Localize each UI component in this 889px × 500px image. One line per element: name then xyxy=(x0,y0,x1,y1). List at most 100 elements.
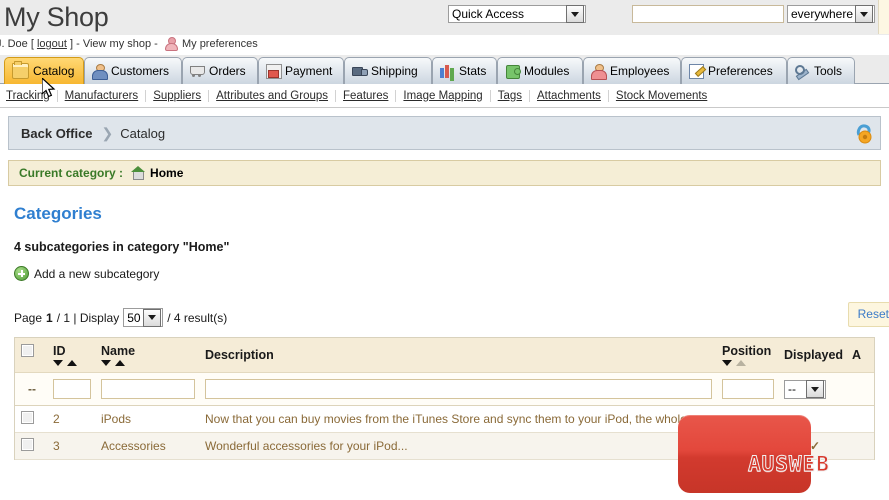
tab-payment[interactable]: Payment xyxy=(258,57,344,84)
filter-name-input[interactable] xyxy=(101,379,195,399)
user-name: J. Doe [ xyxy=(0,38,34,50)
reset-button[interactable]: Reset xyxy=(847,302,889,327)
subnav-item-tags[interactable]: Tags xyxy=(491,89,530,102)
chevron-down-icon[interactable] xyxy=(855,5,873,23)
row-actions[interactable] xyxy=(850,405,874,433)
select-all-checkbox[interactable] xyxy=(21,344,34,357)
filter-id-cell xyxy=(47,372,95,406)
sort-asc-icon[interactable] xyxy=(736,360,746,366)
logout-link[interactable]: logout xyxy=(37,38,67,50)
tab-orders[interactable]: Orders xyxy=(182,57,258,84)
chevron-down-icon[interactable] xyxy=(566,5,584,23)
th-actions: A xyxy=(850,338,874,373)
display-count-select[interactable]: 50 xyxy=(123,308,164,327)
subnav-item-manufacturers[interactable]: Manufacturers xyxy=(58,89,147,102)
subcategory-count: 4 subcategories in category "Home" xyxy=(14,240,230,254)
filter-position-cell xyxy=(716,372,778,406)
pager: Page 1 / 1 | Display 50 / 4 result(s) Re… xyxy=(14,302,889,327)
auswe b-watermark-text: AUSWEB xyxy=(748,452,830,477)
row-select-cell[interactable] xyxy=(15,432,47,460)
table-filter-row: -- -- xyxy=(15,372,874,406)
filter-id-input[interactable] xyxy=(53,379,91,399)
add-subcategory-link[interactable]: Add a new subcategory xyxy=(14,266,875,281)
tab-stats[interactable]: Stats xyxy=(432,57,497,84)
sort-desc-icon[interactable] xyxy=(53,360,63,366)
th-position-label: Position xyxy=(722,344,772,358)
tab-label: Customers xyxy=(111,64,170,78)
subnav-item-stock-movements[interactable]: Stock Movements xyxy=(609,90,714,102)
tab-catalog[interactable]: Catalog xyxy=(4,57,84,84)
filter-position-input[interactable] xyxy=(722,379,774,399)
wrench-icon xyxy=(795,64,810,78)
tab-preferences[interactable]: Preferences xyxy=(681,57,787,84)
display-count-value: 50 xyxy=(127,310,141,325)
pager-current-page: 1 xyxy=(46,310,53,325)
tab-label: Tools xyxy=(814,64,843,78)
filter-leading: -- xyxy=(15,372,47,406)
tab-shipping[interactable]: Shipping xyxy=(344,57,432,84)
row-checkbox[interactable] xyxy=(21,438,34,451)
tab-label: Modules xyxy=(524,64,570,78)
chart-icon xyxy=(440,64,455,78)
tab-modules[interactable]: Modules xyxy=(497,57,583,84)
filter-description-input[interactable] xyxy=(205,379,712,399)
th-select-all[interactable] xyxy=(15,338,47,373)
row-name[interactable]: iPods xyxy=(95,405,199,433)
user-avatar-icon xyxy=(164,37,178,51)
tab-customers[interactable]: Customers xyxy=(84,57,182,84)
tab-label: Employees xyxy=(610,64,670,78)
customers-icon xyxy=(92,64,108,80)
tab-label: Shipping xyxy=(371,64,418,78)
sort-desc-icon[interactable] xyxy=(101,360,111,366)
sort-asc-icon[interactable] xyxy=(67,360,77,366)
employee-icon xyxy=(591,64,607,80)
breadcrumb-root[interactable]: Back Office xyxy=(21,126,93,141)
cart-icon xyxy=(190,64,205,78)
current-category-bar: Current category : Home xyxy=(8,160,881,186)
tab-tools[interactable]: Tools xyxy=(787,57,855,84)
row-name[interactable]: Accessories xyxy=(95,432,199,460)
tab-label: Catalog xyxy=(33,64,75,78)
subnav-item-attachments[interactable]: Attachments xyxy=(530,89,609,102)
subnav-item-suppliers[interactable]: Suppliers xyxy=(146,89,210,102)
sort-desc-icon[interactable] xyxy=(722,360,732,366)
subnav-item-image-mapping[interactable]: Image Mapping xyxy=(396,89,491,102)
row-description: Wonderful accessories for your iPod... xyxy=(199,432,716,460)
quick-access-select[interactable]: Quick Access xyxy=(448,5,586,23)
subnav-item-attributes-groups[interactable]: Attributes and Groups xyxy=(209,89,337,102)
top-header: My Shop Quick Access everywhere xyxy=(0,0,889,35)
th-id: ID xyxy=(47,338,95,373)
view-shop-text: ] - View my shop - xyxy=(70,38,161,50)
chevron-down-icon[interactable] xyxy=(806,380,824,398)
row-checkbox[interactable] xyxy=(21,411,34,424)
filter-displayed-select[interactable]: -- xyxy=(784,379,826,399)
row-select-cell[interactable] xyxy=(15,405,47,433)
my-preferences-link[interactable]: My preferences xyxy=(182,38,258,50)
current-category-label: Current category : xyxy=(19,166,124,180)
catalog-subnav: Tracking Manufacturers Suppliers Attribu… xyxy=(0,84,889,108)
payment-icon xyxy=(266,64,282,79)
row-description: Now that you can buy movies from the iTu… xyxy=(199,405,716,433)
th-id-label: ID xyxy=(53,344,66,358)
breadcrumb-current: Catalog xyxy=(120,125,166,141)
shop-title: My Shop xyxy=(4,2,109,32)
search-input[interactable] xyxy=(632,5,784,23)
search-scope-label: everywhere xyxy=(791,7,854,21)
th-displayed-label: Displayed xyxy=(784,348,844,362)
table-header-row: ID Name Description Position Displayed A xyxy=(15,338,874,373)
row-actions[interactable] xyxy=(850,432,874,460)
page-root: My Shop Quick Access everywhere J. Doe [… xyxy=(0,0,889,500)
sort-asc-icon[interactable] xyxy=(115,360,125,366)
search-scope-select[interactable]: everywhere xyxy=(787,5,875,23)
tab-label: Preferences xyxy=(708,64,773,78)
subnav-item-features[interactable]: Features xyxy=(336,89,397,102)
help-lock-icon[interactable] xyxy=(852,122,874,144)
page-title: Categories xyxy=(14,204,102,223)
header-right-strip xyxy=(878,0,889,34)
subnav-item-tracking[interactable]: Tracking xyxy=(4,89,58,102)
row-id: 2 xyxy=(47,405,95,433)
tab-employees[interactable]: Employees xyxy=(583,57,681,84)
chevron-down-icon[interactable] xyxy=(143,308,162,327)
pager-results: / 4 result(s) xyxy=(167,310,228,325)
current-category-wrapper: Current category : Home xyxy=(0,150,889,186)
